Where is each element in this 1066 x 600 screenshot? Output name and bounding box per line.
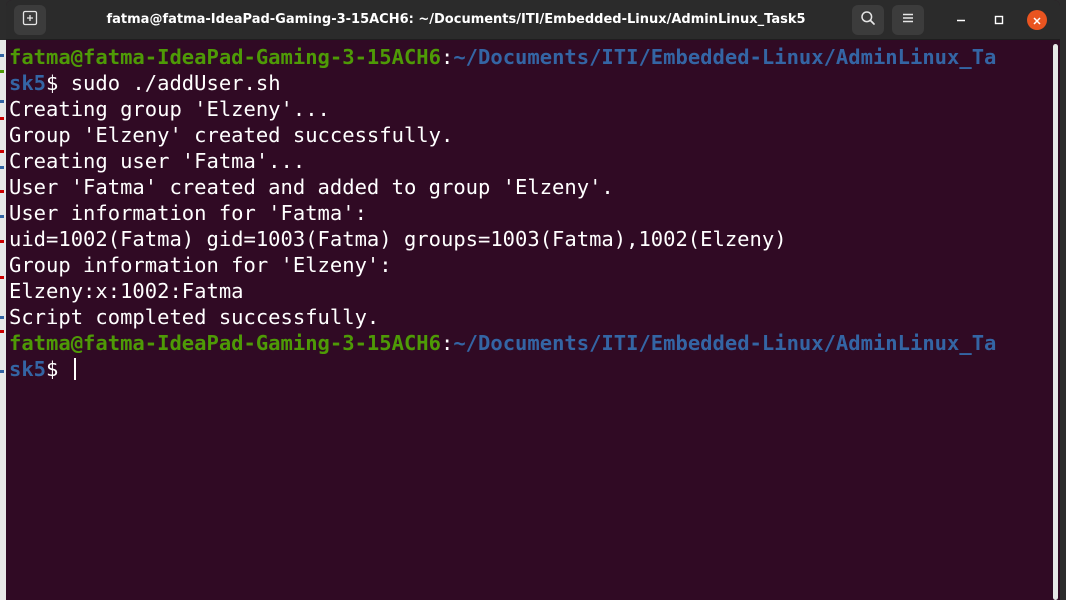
search-button[interactable] [852, 5, 884, 35]
minimize-icon [955, 11, 967, 30]
output-line: Group information for 'Elzeny': [9, 253, 392, 277]
prompt-line-continued: sk5$ [9, 356, 1050, 382]
new-tab-button[interactable] [14, 5, 46, 35]
minimize-button[interactable] [951, 10, 971, 30]
prompt-separator: : [440, 45, 454, 69]
close-button[interactable] [1027, 10, 1047, 30]
scrollbar[interactable] [1053, 44, 1058, 600]
hamburger-menu-icon [900, 10, 916, 30]
maximize-button[interactable] [989, 10, 1009, 30]
output-line: User information for 'Fatma': [9, 201, 367, 225]
new-tab-icon [22, 10, 38, 30]
text-cursor [73, 358, 76, 380]
prompt-line: fatma@fatma-IdeaPad-Gaming-3-15ACH6:~/Do… [9, 330, 1050, 356]
prompt-symbol: $ [46, 357, 71, 381]
output-line: Script completed successfully. [9, 305, 380, 329]
prompt-path-continued: sk5 [9, 357, 47, 381]
output-line: Creating user 'Fatma'... [9, 149, 306, 173]
title-bar: fatma@fatma-IdeaPad-Gaming-3-15ACH6: ~/D… [6, 0, 1060, 40]
output-line: User 'Fatma' created and added to group … [9, 175, 614, 199]
output-line: Elzeny:x:1002:Fatma [9, 279, 244, 303]
terminal-window: fatma@fatma-IdeaPad-Gaming-3-15ACH6: ~/D… [6, 0, 1060, 600]
maximize-icon [993, 11, 1005, 30]
command-text: sudo ./addUser.sh [70, 71, 281, 95]
prompt-path: ~/Documents/ITI/Embedded-Linux/AdminLinu… [453, 331, 997, 355]
output-line: uid=1002(Fatma) gid=1003(Fatma) groups=1… [9, 227, 787, 251]
prompt-line: fatma@fatma-IdeaPad-Gaming-3-15ACH6:~/Do… [9, 44, 1050, 70]
prompt-user: fatma@fatma-IdeaPad-Gaming-3-15ACH6 [9, 331, 441, 355]
search-icon [860, 10, 876, 30]
prompt-line-continued: sk5$ sudo ./addUser.sh [9, 70, 1050, 96]
window-title: fatma@fatma-IdeaPad-Gaming-3-15ACH6: ~/D… [106, 12, 806, 27]
prompt-symbol: $ [46, 71, 71, 95]
terminal-output[interactable]: fatma@fatma-IdeaPad-Gaming-3-15ACH6:~/Do… [6, 44, 1050, 600]
prompt-path-continued: sk5 [9, 71, 47, 95]
prompt-user: fatma@fatma-IdeaPad-Gaming-3-15ACH6 [9, 45, 441, 69]
menu-button[interactable] [892, 5, 924, 35]
prompt-path: ~/Documents/ITI/Embedded-Linux/AdminLinu… [453, 45, 997, 69]
prompt-separator: : [440, 331, 454, 355]
output-line: Creating group 'Elzeny'... [9, 97, 330, 121]
output-line: Group 'Elzeny' created successfully. [9, 123, 454, 147]
close-icon [1032, 11, 1042, 30]
